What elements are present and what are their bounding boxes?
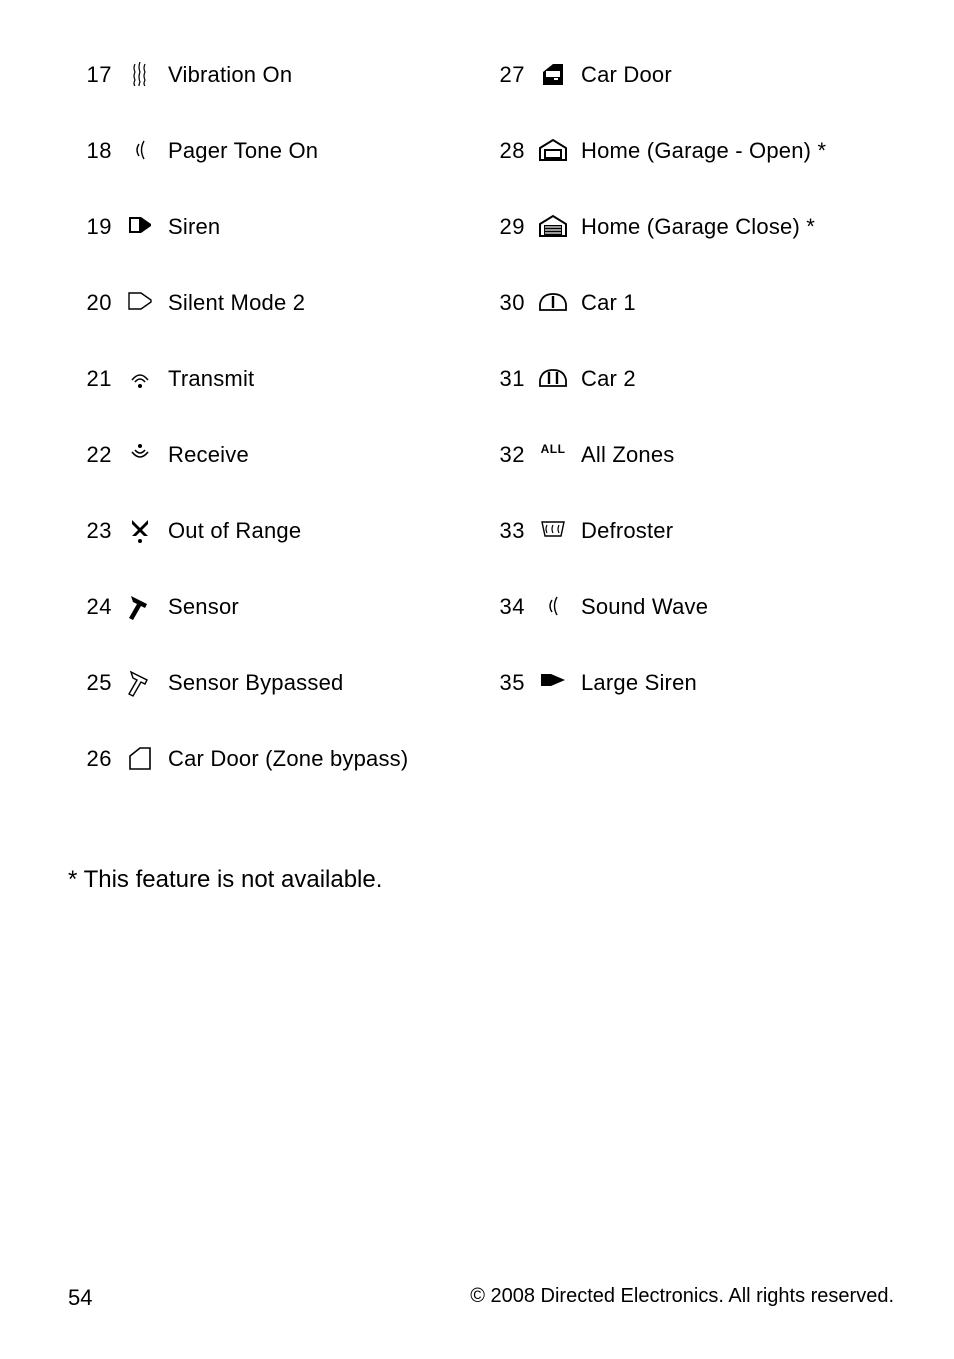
transmit-icon [112, 364, 168, 390]
legend-row: 35 Large Siren [481, 668, 894, 744]
row-label: Out of Range [168, 516, 481, 544]
row-number: 33 [481, 516, 525, 544]
row-number: 24 [68, 592, 112, 620]
legend-row: 21 Transmit [68, 364, 481, 440]
row-number: 19 [68, 212, 112, 240]
garage-open-icon [525, 136, 581, 162]
footnote: * This feature is not available. [68, 866, 894, 894]
row-number: 26 [68, 744, 112, 772]
row-number: 18 [68, 136, 112, 164]
legend-row: 34 Sound Wave [481, 592, 894, 668]
row-label: Car Door (Zone bypass) [168, 744, 481, 772]
row-number: 29 [481, 212, 525, 240]
row-label: Siren [168, 212, 481, 240]
pager-tone-icon [112, 136, 168, 162]
out-of-range-icon [112, 516, 168, 544]
row-label: Transmit [168, 364, 481, 392]
row-label: Home (Garage Close) * [581, 212, 894, 240]
right-column: 27 Car Door 28 Home (Garage - Open) * 29… [481, 60, 894, 820]
row-label: Car Door [581, 60, 894, 88]
row-number: 35 [481, 668, 525, 696]
row-number: 27 [481, 60, 525, 88]
large-siren-icon [525, 668, 581, 690]
legend-row: 23 Out of Range [68, 516, 481, 592]
document-page: 17 Vibration On 18 Pager Tone On 19 Sire… [0, 0, 954, 1359]
legend-row: 24 Sensor [68, 592, 481, 668]
row-label: Silent Mode 2 [168, 288, 481, 316]
receive-icon [112, 440, 168, 466]
row-label: Sensor [168, 592, 481, 620]
row-label: Receive [168, 440, 481, 468]
row-label: Sound Wave [581, 592, 894, 620]
legend-row: 20 Silent Mode 2 [68, 288, 481, 364]
all-zones-icon: ALL [525, 440, 581, 456]
left-column: 17 Vibration On 18 Pager Tone On 19 Sire… [68, 60, 481, 820]
legend-row: 22 Receive [68, 440, 481, 516]
legend-row: 32 ALL All Zones [481, 440, 894, 516]
page-number: 54 [68, 1285, 92, 1311]
car-door-bypass-icon [112, 744, 168, 772]
row-label: Defroster [581, 516, 894, 544]
row-label: Sensor Bypassed [168, 668, 481, 696]
car-2-icon [525, 364, 581, 390]
row-number: 17 [68, 60, 112, 88]
garage-close-icon [525, 212, 581, 238]
legend-row: 27 Car Door [481, 60, 894, 136]
row-number: 30 [481, 288, 525, 316]
legend-row: 28 Home (Garage - Open) * [481, 136, 894, 212]
legend-row: 29 Home (Garage Close) * [481, 212, 894, 288]
row-label: Car 2 [581, 364, 894, 392]
row-number: 31 [481, 364, 525, 392]
row-number: 21 [68, 364, 112, 392]
row-label: All Zones [581, 440, 894, 468]
row-number: 34 [481, 592, 525, 620]
copyright: © 2008 Directed Electronics. All rights … [470, 1285, 894, 1311]
legend-row: 33 Defroster [481, 516, 894, 592]
row-number: 32 [481, 440, 525, 468]
row-number: 28 [481, 136, 525, 164]
row-label: Large Siren [581, 668, 894, 696]
legend-row: 30 Car 1 [481, 288, 894, 364]
defroster-icon [525, 516, 581, 540]
row-number: 20 [68, 288, 112, 316]
sensor-bypass-icon [112, 668, 168, 698]
row-number: 22 [68, 440, 112, 468]
row-label: Pager Tone On [168, 136, 481, 164]
row-label: Vibration On [168, 60, 481, 88]
silent-mode-icon [112, 288, 168, 312]
row-label: Car 1 [581, 288, 894, 316]
legend-row: 19 Siren [68, 212, 481, 288]
row-number: 25 [68, 668, 112, 696]
icon-legend-table: 17 Vibration On 18 Pager Tone On 19 Sire… [68, 60, 894, 820]
page-footer: 54 © 2008 Directed Electronics. All righ… [68, 1285, 894, 1311]
row-number: 23 [68, 516, 112, 544]
legend-row: 25 Sensor Bypassed [68, 668, 481, 744]
car-door-icon [525, 60, 581, 88]
siren-icon [112, 212, 168, 236]
vibration-icon [112, 60, 168, 86]
legend-row: 31 Car 2 [481, 364, 894, 440]
legend-row: 18 Pager Tone On [68, 136, 481, 212]
car-1-icon [525, 288, 581, 314]
row-label: Home (Garage - Open) * [581, 136, 894, 164]
sensor-icon [112, 592, 168, 622]
sound-wave-icon [525, 592, 581, 618]
legend-row: 26 Car Door (Zone bypass) [68, 744, 481, 820]
legend-row: 17 Vibration On [68, 60, 481, 136]
